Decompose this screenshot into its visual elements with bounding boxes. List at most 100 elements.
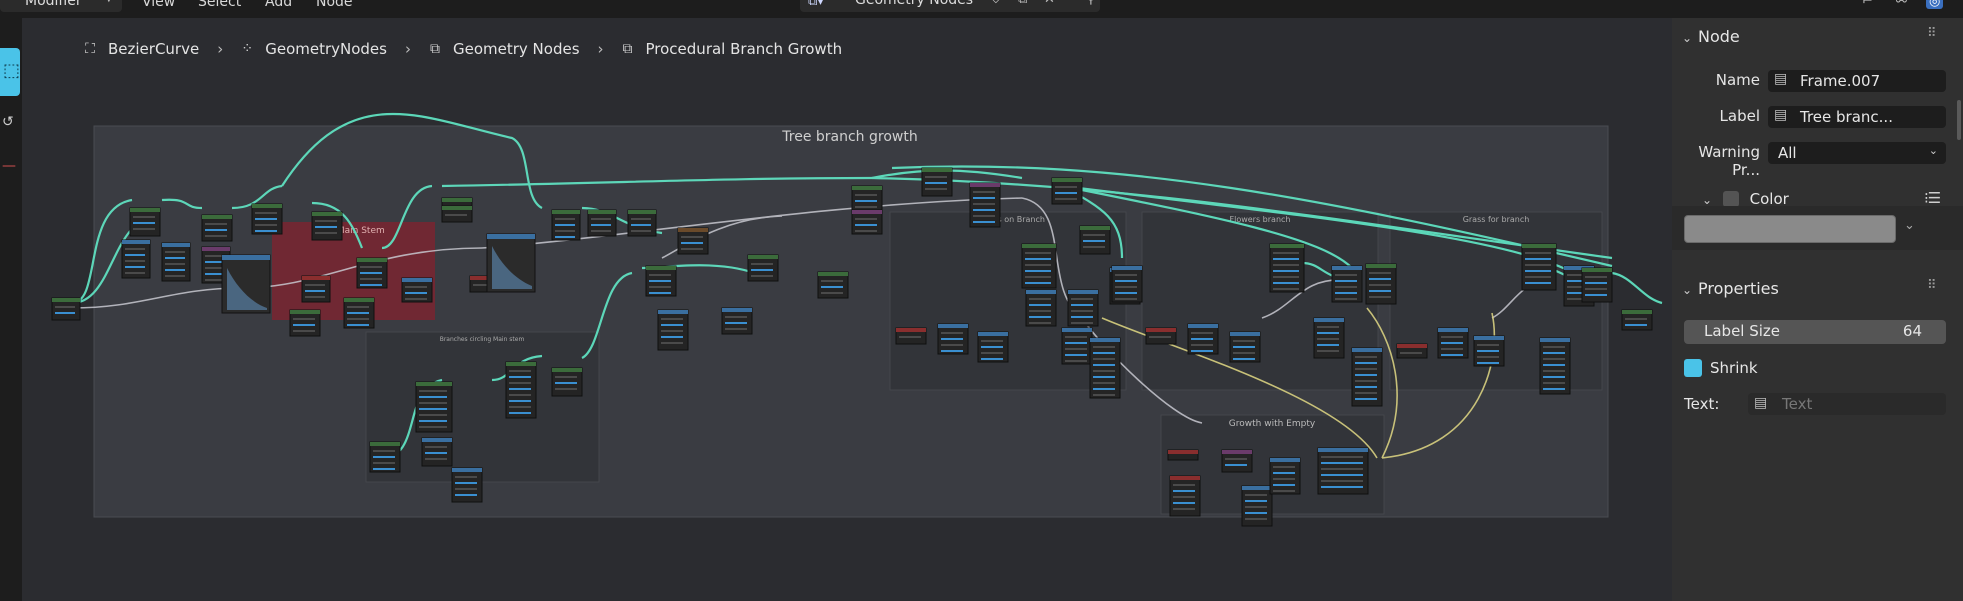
node-header: [1170, 476, 1200, 480]
node-block[interactable]: [1067, 289, 1099, 327]
node-socket-row: [425, 452, 447, 454]
node-socket-row: [165, 275, 185, 277]
use-color-checkbox[interactable]: [1722, 191, 1739, 207]
node-socket-row: [941, 344, 963, 346]
node-socket-row: [1400, 352, 1422, 354]
frame-grass-label: Grass for branch: [1463, 215, 1530, 224]
text-datablock-field[interactable]: ▤ Text: [1748, 393, 1946, 415]
name-field[interactable]: ▤ Frame.007: [1768, 70, 1946, 92]
node-block[interactable]: [1581, 267, 1613, 303]
node-socket-row: [973, 203, 995, 205]
chevron-down-icon[interactable]: ⌄: [1904, 218, 1915, 233]
color-presets-list-icon[interactable]: ⁝☰: [1924, 189, 1941, 207]
node-block[interactable]: [1269, 457, 1301, 495]
node-block[interactable]: [1331, 265, 1363, 303]
color-section-header[interactable]: ⌄ Color: [1702, 188, 1789, 208]
node-tree-icon: ⧉▾: [808, 0, 824, 9]
node-socket-row: [360, 272, 382, 274]
node-socket-row: [925, 182, 947, 184]
cut-links-tool-icon[interactable]: —: [2, 158, 16, 174]
chevron-down-icon: ⌄: [1928, 144, 1938, 157]
close-icon[interactable]: ✕: [1044, 0, 1055, 7]
node-socket-row: [315, 220, 337, 222]
node-header: [130, 208, 160, 212]
node-socket-row: [455, 476, 477, 478]
sidebar-scrollbar[interactable]: [1957, 100, 1961, 140]
menu-view[interactable]: View: [142, 0, 175, 10]
node-header: [646, 266, 676, 270]
label-field[interactable]: ▤ Tree branc...: [1768, 106, 1946, 128]
node-block[interactable]: [415, 381, 453, 433]
sidebar-toggle-icon[interactable]: ⌐: [1862, 0, 1873, 9]
node-socket-row: [1525, 282, 1551, 284]
node-editor-canvas[interactable]: ⛶ BezierCurve › ⁘ GeometryNodes › ⧉ Geom…: [22, 18, 1672, 601]
node-socket-row: [305, 296, 325, 298]
node-socket-row: [1115, 298, 1137, 300]
node-header: [422, 438, 452, 442]
warning-propagation-dropdown[interactable]: All ⌄: [1768, 142, 1946, 164]
node-socket-row: [1317, 326, 1339, 328]
menu-add[interactable]: Add: [265, 0, 292, 10]
select-tool-button[interactable]: ⬚: [0, 48, 20, 96]
frame-branches[interactable]: [365, 331, 600, 483]
drag-grip-icon[interactable]: ⠿: [1927, 278, 1936, 293]
chevron-down-icon: ▼: [105, 0, 113, 4]
node-socket-row: [1273, 264, 1299, 266]
node-socket-row: [205, 235, 227, 237]
node-header: [896, 328, 926, 332]
node-socket-row: [1355, 398, 1377, 400]
node-socket-row: [1335, 280, 1357, 282]
pin-icon[interactable]: ⚲: [1086, 0, 1096, 7]
node-socket-row: [405, 286, 427, 288]
label-size-slider[interactable]: Label Size 64: [1684, 320, 1946, 344]
node-block[interactable]: [1111, 265, 1143, 303]
node-socket-row: [255, 224, 277, 226]
node-socket-row: [1273, 252, 1299, 254]
editor-mode-dropdown[interactable]: Modifier ▼: [0, 0, 122, 12]
node-socket-row: [347, 318, 369, 320]
node-socket-row: [1173, 502, 1195, 504]
node-socket-row: [205, 229, 227, 231]
node-section-header[interactable]: ⌄ Node: [1682, 27, 1740, 46]
node-socket-row: [1071, 316, 1093, 318]
node-block[interactable]: [1269, 243, 1305, 293]
node-socket-row: [1245, 506, 1267, 508]
node-socket-row: [925, 176, 947, 178]
node-socket-row: [1273, 472, 1295, 474]
node-socket-row: [1173, 496, 1195, 498]
node-socket-row: [855, 206, 877, 208]
node-graph[interactable]: Tree branch growth UV Main Stem Branches…: [22, 18, 1672, 601]
node-socket-row: [725, 328, 747, 330]
overlay-toggle-icon[interactable]: ◎: [1926, 0, 1944, 9]
node-block[interactable]: [451, 467, 483, 503]
node-socket-row: [1355, 356, 1377, 358]
node-header: [1090, 338, 1120, 342]
annotate-tool-icon[interactable]: ↺: [2, 114, 14, 130]
node-tree-selector[interactable]: ⧉▾ Geometry Nodes ⛉ ⧉ ✕ ⚲: [800, 0, 1100, 12]
menu-select[interactable]: Select: [198, 0, 241, 10]
node-socket-row: [941, 350, 963, 352]
shrink-checkbox[interactable]: [1684, 359, 1702, 377]
node-header: [1112, 266, 1142, 270]
node-socket-row: [1025, 252, 1051, 254]
duplicate-icon[interactable]: ⧉: [1018, 0, 1027, 7]
node-socket-row: [1441, 348, 1463, 350]
properties-section-header[interactable]: ⌄ Properties: [1682, 279, 1779, 298]
chevron-down-icon: ⌄: [1682, 283, 1693, 297]
node-socket-row: [133, 222, 155, 224]
node-block[interactable]: [1025, 289, 1057, 327]
node-socket-row: [455, 488, 477, 490]
node-block[interactable]: [1061, 327, 1093, 365]
name-label: Name: [1715, 71, 1760, 89]
node-socket-row: [1029, 322, 1051, 324]
node-socket-row: [1071, 304, 1093, 306]
node-socket-row: [1273, 484, 1295, 486]
color-swatch[interactable]: [1684, 215, 1896, 243]
menu-node[interactable]: Node: [316, 0, 353, 10]
fake-user-shield-icon[interactable]: ⛉: [991, 0, 1001, 7]
node-socket-row: [125, 272, 145, 274]
node-header: [506, 362, 536, 366]
link-icon[interactable]: ⚯: [1896, 0, 1907, 9]
drag-grip-icon[interactable]: ⠿: [1927, 26, 1936, 41]
node-socket-row: [360, 266, 382, 268]
